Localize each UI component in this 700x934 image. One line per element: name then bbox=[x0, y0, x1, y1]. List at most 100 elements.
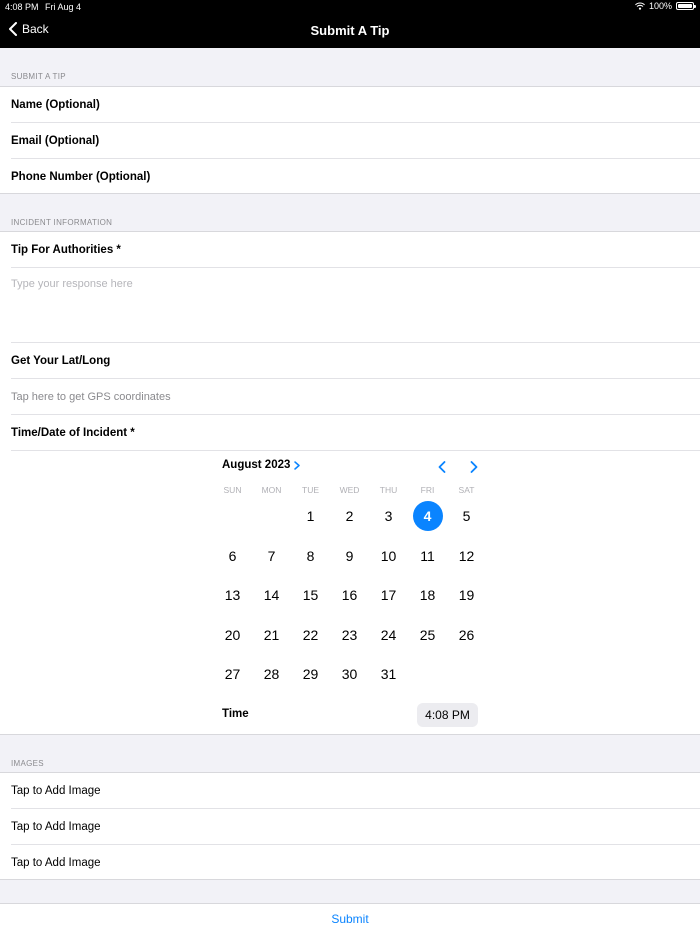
calendar-day[interactable]: 15 bbox=[291, 580, 330, 610]
weekday-label: THU bbox=[379, 485, 398, 495]
calendar-day[interactable]: 1 bbox=[291, 501, 330, 531]
calendar-day[interactable]: 22 bbox=[291, 620, 330, 650]
calendar-day[interactable]: 31 bbox=[369, 659, 408, 689]
weekday-label: SAT bbox=[458, 485, 475, 495]
day-number: 29 bbox=[302, 666, 319, 682]
month-label: August 2023 bbox=[222, 459, 291, 471]
day-number: 14 bbox=[263, 587, 280, 603]
add-image-row[interactable]: Tap to Add Image bbox=[11, 809, 700, 845]
name-field[interactable]: Name (Optional) bbox=[11, 87, 700, 123]
calendar-week: 13 14 15 16 17 18 19 bbox=[213, 580, 486, 610]
calendar-day[interactable]: 24 bbox=[369, 620, 408, 650]
calendar-day[interactable]: 9 bbox=[330, 541, 369, 571]
month-year-picker[interactable]: August 2023 bbox=[222, 459, 301, 471]
day-number: 30 bbox=[341, 666, 358, 682]
section-header-incident-information: INCIDENT INFORMATION bbox=[11, 218, 113, 227]
battery-icon bbox=[676, 2, 696, 10]
gps-placeholder: Tap here to get GPS coordinates bbox=[11, 390, 171, 403]
calendar-day-empty bbox=[252, 501, 291, 531]
calendar-day[interactable]: 25 bbox=[408, 620, 447, 650]
calendar-day-empty bbox=[408, 659, 447, 689]
calendar-day[interactable]: 20 bbox=[213, 620, 252, 650]
calendar-day[interactable]: 23 bbox=[330, 620, 369, 650]
previous-month-button[interactable] bbox=[435, 459, 449, 475]
weekday-label: WED bbox=[339, 485, 360, 495]
calendar-day[interactable]: 17 bbox=[369, 580, 408, 610]
calendar-day[interactable]: 5 bbox=[447, 501, 486, 531]
chevron-left-icon bbox=[438, 461, 446, 473]
day-number: 23 bbox=[341, 627, 358, 643]
calendar-day[interactable]: 8 bbox=[291, 541, 330, 571]
battery-percent: 100% bbox=[648, 1, 672, 11]
calendar-day-empty bbox=[447, 659, 486, 689]
gps-coordinates-field[interactable]: Tap here to get GPS coordinates bbox=[11, 379, 700, 415]
contact-group: Name (Optional) Email (Optional) Phone N… bbox=[0, 86, 700, 194]
day-number: 9 bbox=[345, 548, 354, 564]
tip-textarea[interactable]: Type your response here bbox=[11, 268, 700, 343]
phone-field[interactable]: Phone Number (Optional) bbox=[11, 159, 700, 195]
weekday-header: SUN MON TUE WED THU FRI SAT bbox=[213, 485, 486, 495]
status-right: 100% bbox=[635, 1, 696, 11]
day-number: 31 bbox=[380, 666, 397, 682]
day-number: 21 bbox=[263, 627, 280, 643]
latlong-label: Get Your Lat/Long bbox=[11, 343, 700, 379]
day-number: 10 bbox=[380, 548, 397, 564]
calendar-day[interactable]: 2 bbox=[330, 501, 369, 531]
day-number: 15 bbox=[302, 587, 319, 603]
day-number: 7 bbox=[267, 548, 276, 564]
calendar-week: 6 7 8 9 10 11 12 bbox=[213, 541, 486, 571]
datetime-label: Time/Date of Incident * bbox=[11, 415, 700, 451]
calendar-day[interactable]: 16 bbox=[330, 580, 369, 610]
day-number: 3 bbox=[384, 508, 393, 524]
calendar-day[interactable]: 18 bbox=[408, 580, 447, 610]
day-number: 16 bbox=[341, 587, 358, 603]
calendar-day[interactable]: 11 bbox=[408, 541, 447, 571]
calendar-day[interactable]: 12 bbox=[447, 541, 486, 571]
day-number: 4 bbox=[412, 501, 443, 531]
calendar-day[interactable]: 14 bbox=[252, 580, 291, 610]
calendar-day-empty bbox=[213, 501, 252, 531]
day-number: 13 bbox=[224, 587, 241, 603]
calendar-day[interactable]: 28 bbox=[252, 659, 291, 689]
calendar-week: 1 2 3 4 5 bbox=[213, 501, 486, 531]
tip-placeholder: Type your response here bbox=[11, 278, 133, 290]
submit-button[interactable]: Submit bbox=[331, 912, 368, 926]
wifi-icon bbox=[635, 2, 645, 10]
calendar-week: 20 21 22 23 24 25 26 bbox=[213, 620, 486, 650]
images-group: Tap to Add Image Tap to Add Image Tap to… bbox=[0, 772, 700, 880]
section-header-images: IMAGES bbox=[11, 759, 44, 768]
nav-bar: Back Submit A Tip bbox=[0, 14, 700, 48]
email-field[interactable]: Email (Optional) bbox=[11, 123, 700, 159]
day-number: 19 bbox=[458, 587, 475, 603]
calendar-day[interactable]: 3 bbox=[369, 501, 408, 531]
weekday-label: MON bbox=[261, 485, 282, 495]
calendar-day-selected[interactable]: 4 bbox=[408, 501, 447, 531]
calendar-day[interactable]: 29 bbox=[291, 659, 330, 689]
calendar-day[interactable]: 10 bbox=[369, 541, 408, 571]
calendar-day[interactable]: 13 bbox=[213, 580, 252, 610]
calendar-day[interactable]: 7 bbox=[252, 541, 291, 571]
time-label: Time bbox=[222, 708, 249, 720]
day-number: 20 bbox=[224, 627, 241, 643]
calendar-day[interactable]: 6 bbox=[213, 541, 252, 571]
day-number: 8 bbox=[306, 548, 315, 564]
time-picker-button[interactable]: 4:08 PM bbox=[417, 703, 478, 727]
weekday-label: FRI bbox=[420, 485, 435, 495]
calendar-week: 27 28 29 30 31 bbox=[213, 659, 486, 689]
calendar-day[interactable]: 26 bbox=[447, 620, 486, 650]
add-image-row[interactable]: Tap to Add Image bbox=[11, 845, 700, 881]
chevron-right-icon bbox=[294, 460, 301, 470]
day-number: 22 bbox=[302, 627, 319, 643]
calendar-day[interactable]: 19 bbox=[447, 580, 486, 610]
submit-bar: Submit bbox=[0, 903, 700, 934]
next-month-button[interactable] bbox=[467, 459, 481, 475]
calendar-day[interactable]: 27 bbox=[213, 659, 252, 689]
day-number: 6 bbox=[228, 548, 237, 564]
add-image-row[interactable]: Tap to Add Image bbox=[11, 773, 700, 809]
tip-label: Tip For Authorities * bbox=[11, 232, 700, 268]
calendar-day[interactable]: 21 bbox=[252, 620, 291, 650]
calendar-day[interactable]: 30 bbox=[330, 659, 369, 689]
status-bar: 4:08 PM Fri Aug 4 100% bbox=[0, 0, 700, 14]
chevron-right-icon bbox=[470, 461, 478, 473]
day-number: 17 bbox=[380, 587, 397, 603]
